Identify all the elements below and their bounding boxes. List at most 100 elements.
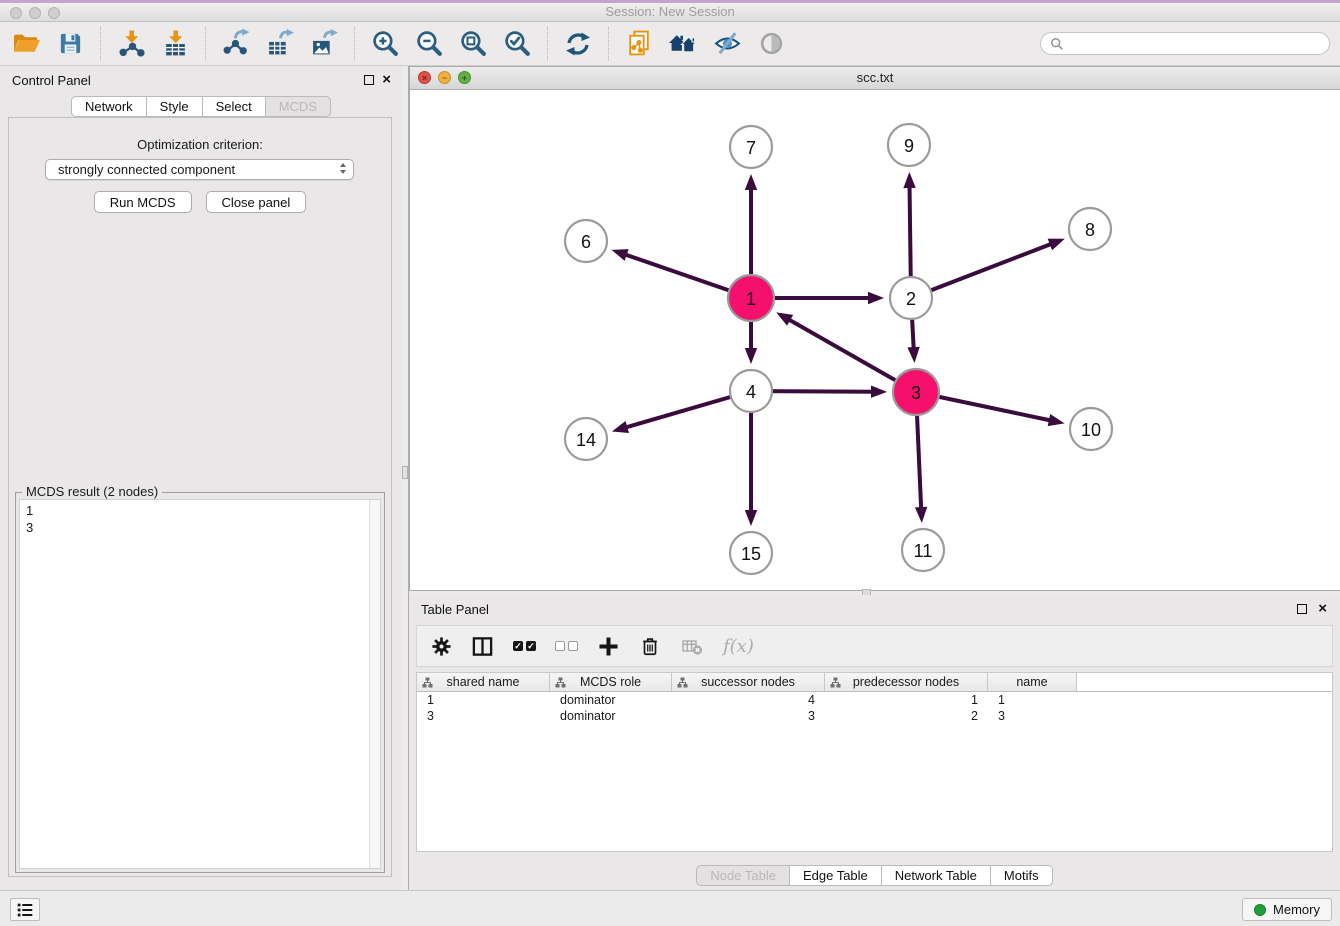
graph-node-4[interactable]: 4	[730, 370, 772, 412]
zoom-selected-icon[interactable]	[501, 28, 533, 60]
deselect-all-icon[interactable]	[555, 641, 578, 651]
column-header-shared-name[interactable]: shared name	[417, 673, 550, 691]
task-history-button[interactable]	[10, 898, 40, 921]
mcds-result-area[interactable]: 1 3	[19, 499, 381, 869]
graph-arrowhead-2-8	[1048, 239, 1065, 251]
graph-node-14[interactable]: 14	[565, 418, 607, 460]
tab-network-table[interactable]: Network Table	[882, 865, 991, 886]
memory-button[interactable]: Memory	[1242, 898, 1332, 921]
column-type-icon	[677, 677, 688, 688]
zoom-fit-icon[interactable]	[457, 28, 489, 60]
graph-node-11[interactable]: 11	[902, 529, 944, 571]
splitter-grip[interactable]	[402, 466, 408, 479]
graph-arrowhead-2-3	[907, 347, 919, 363]
column-type-icon	[830, 677, 841, 688]
clone-network-icon[interactable]	[623, 28, 655, 60]
column-type-icon	[555, 677, 566, 688]
window-traffic-lights[interactable]	[10, 7, 60, 19]
close-window-icon[interactable]	[10, 7, 22, 19]
result-scrollbar[interactable]	[369, 500, 380, 868]
zoom-in-icon[interactable]	[369, 28, 401, 60]
graph-node-7[interactable]: 7	[730, 126, 772, 168]
graph-arrowhead-3-11	[915, 507, 927, 523]
graph-node-2[interactable]: 2	[890, 277, 932, 319]
column-header-predecessor-nodes[interactable]: predecessor nodes	[825, 673, 988, 691]
run-mcds-button[interactable]: Run MCDS	[94, 191, 192, 213]
home-view-icon[interactable]	[667, 28, 699, 60]
close-panel-button[interactable]: Close panel	[206, 191, 307, 213]
column-header-name[interactable]: name	[988, 673, 1077, 691]
hide-panel-eye-icon[interactable]	[711, 28, 743, 60]
network-minimize-icon[interactable]: −	[438, 71, 451, 84]
svg-text:11: 11	[914, 541, 933, 561]
table-settings-gear-icon[interactable]	[431, 636, 452, 657]
column-header-MCDS-role[interactable]: MCDS role	[550, 673, 672, 691]
zoom-window-icon[interactable]	[48, 7, 60, 19]
table-cell[interactable]: 1	[825, 692, 988, 708]
split-panel-icon[interactable]	[471, 635, 494, 658]
table-cell[interactable]: 1	[988, 692, 1077, 708]
export-table-icon[interactable]	[264, 28, 296, 60]
graph-node-10[interactable]: 10	[1070, 408, 1112, 450]
node-table-header: shared nameMCDS rolesuccessor nodesprede…	[417, 673, 1332, 692]
graph-arrowhead-3-10	[1048, 414, 1065, 426]
table-cell[interactable]: dominator	[550, 692, 672, 708]
network-window-titlebar[interactable]: × − + scc.txt	[410, 67, 1340, 90]
table-toolbar: ✓✓	[416, 625, 1333, 667]
tab-mcds[interactable]: MCDS	[266, 96, 331, 117]
criterion-dropdown[interactable]: strongly connected component	[45, 159, 354, 180]
search-input[interactable]	[1069, 36, 1320, 51]
network-canvas[interactable]: 7 9 6 8 1 2 4 3 14 10 15 11	[410, 90, 1339, 590]
export-image-icon[interactable]	[308, 28, 340, 60]
import-table-icon[interactable]	[159, 28, 191, 60]
table-cell[interactable]: 3	[417, 708, 550, 724]
table-cell[interactable]: dominator	[550, 708, 672, 724]
table-cell[interactable]: 3	[988, 708, 1077, 724]
memory-status-dot	[1254, 904, 1266, 916]
table-row[interactable]: 3dominator323	[417, 708, 1332, 724]
minimize-window-icon[interactable]	[29, 7, 41, 19]
tab-motifs[interactable]: Motifs	[991, 865, 1053, 886]
save-session-icon[interactable]	[54, 28, 86, 60]
table-cell[interactable]: 1	[417, 692, 550, 708]
tab-edge-table[interactable]: Edge Table	[790, 865, 882, 886]
network-close-icon[interactable]: ×	[418, 71, 431, 84]
search-field[interactable]	[1040, 32, 1330, 55]
open-session-icon[interactable]	[10, 28, 42, 60]
close-table-panel-icon[interactable]: ×	[1318, 600, 1327, 618]
column-header-successor-nodes[interactable]: successor nodes	[672, 673, 825, 691]
tab-style[interactable]: Style	[147, 96, 203, 117]
table-cell[interactable]: 4	[672, 692, 825, 708]
tab-select[interactable]: Select	[203, 96, 266, 117]
import-network-icon[interactable]	[115, 28, 147, 60]
toolbar-separator	[100, 27, 101, 61]
zoom-out-icon[interactable]	[413, 28, 445, 60]
select-all-icon[interactable]: ✓✓	[513, 641, 536, 651]
refresh-layout-icon[interactable]	[562, 28, 594, 60]
float-panel-icon[interactable]	[364, 75, 374, 85]
graph-node-8[interactable]: 8	[1069, 208, 1111, 250]
table-cell[interactable]: 3	[672, 708, 825, 724]
graph-node-15[interactable]: 15	[730, 532, 772, 574]
graph-node-3[interactable]: 3	[893, 369, 939, 415]
graph-node-1[interactable]: 1	[728, 275, 774, 321]
svg-text:8: 8	[1085, 220, 1095, 240]
delete-column-trash-icon[interactable]	[639, 635, 661, 657]
svg-text:6: 6	[581, 232, 591, 252]
export-network-icon[interactable]	[220, 28, 252, 60]
graph-node-6[interactable]: 6	[565, 220, 607, 262]
float-table-panel-icon[interactable]	[1297, 604, 1307, 614]
table-cell[interactable]: 2	[825, 708, 988, 724]
table-row[interactable]: 1dominator411	[417, 692, 1332, 708]
svg-text:15: 15	[741, 544, 761, 564]
tab-node-table[interactable]: Node Table	[696, 865, 790, 886]
vertical-splitter[interactable]	[402, 66, 409, 890]
network-maximize-icon[interactable]: +	[458, 71, 471, 84]
mcds-result-line: 3	[26, 519, 374, 536]
graph-node-9[interactable]: 9	[888, 124, 930, 166]
add-column-icon[interactable]	[597, 635, 620, 658]
close-panel-icon[interactable]: ×	[382, 71, 391, 89]
tab-network[interactable]: Network	[71, 96, 147, 117]
toolbar-separator	[608, 27, 609, 61]
graph-edge-2-8[interactable]	[911, 244, 1052, 298]
